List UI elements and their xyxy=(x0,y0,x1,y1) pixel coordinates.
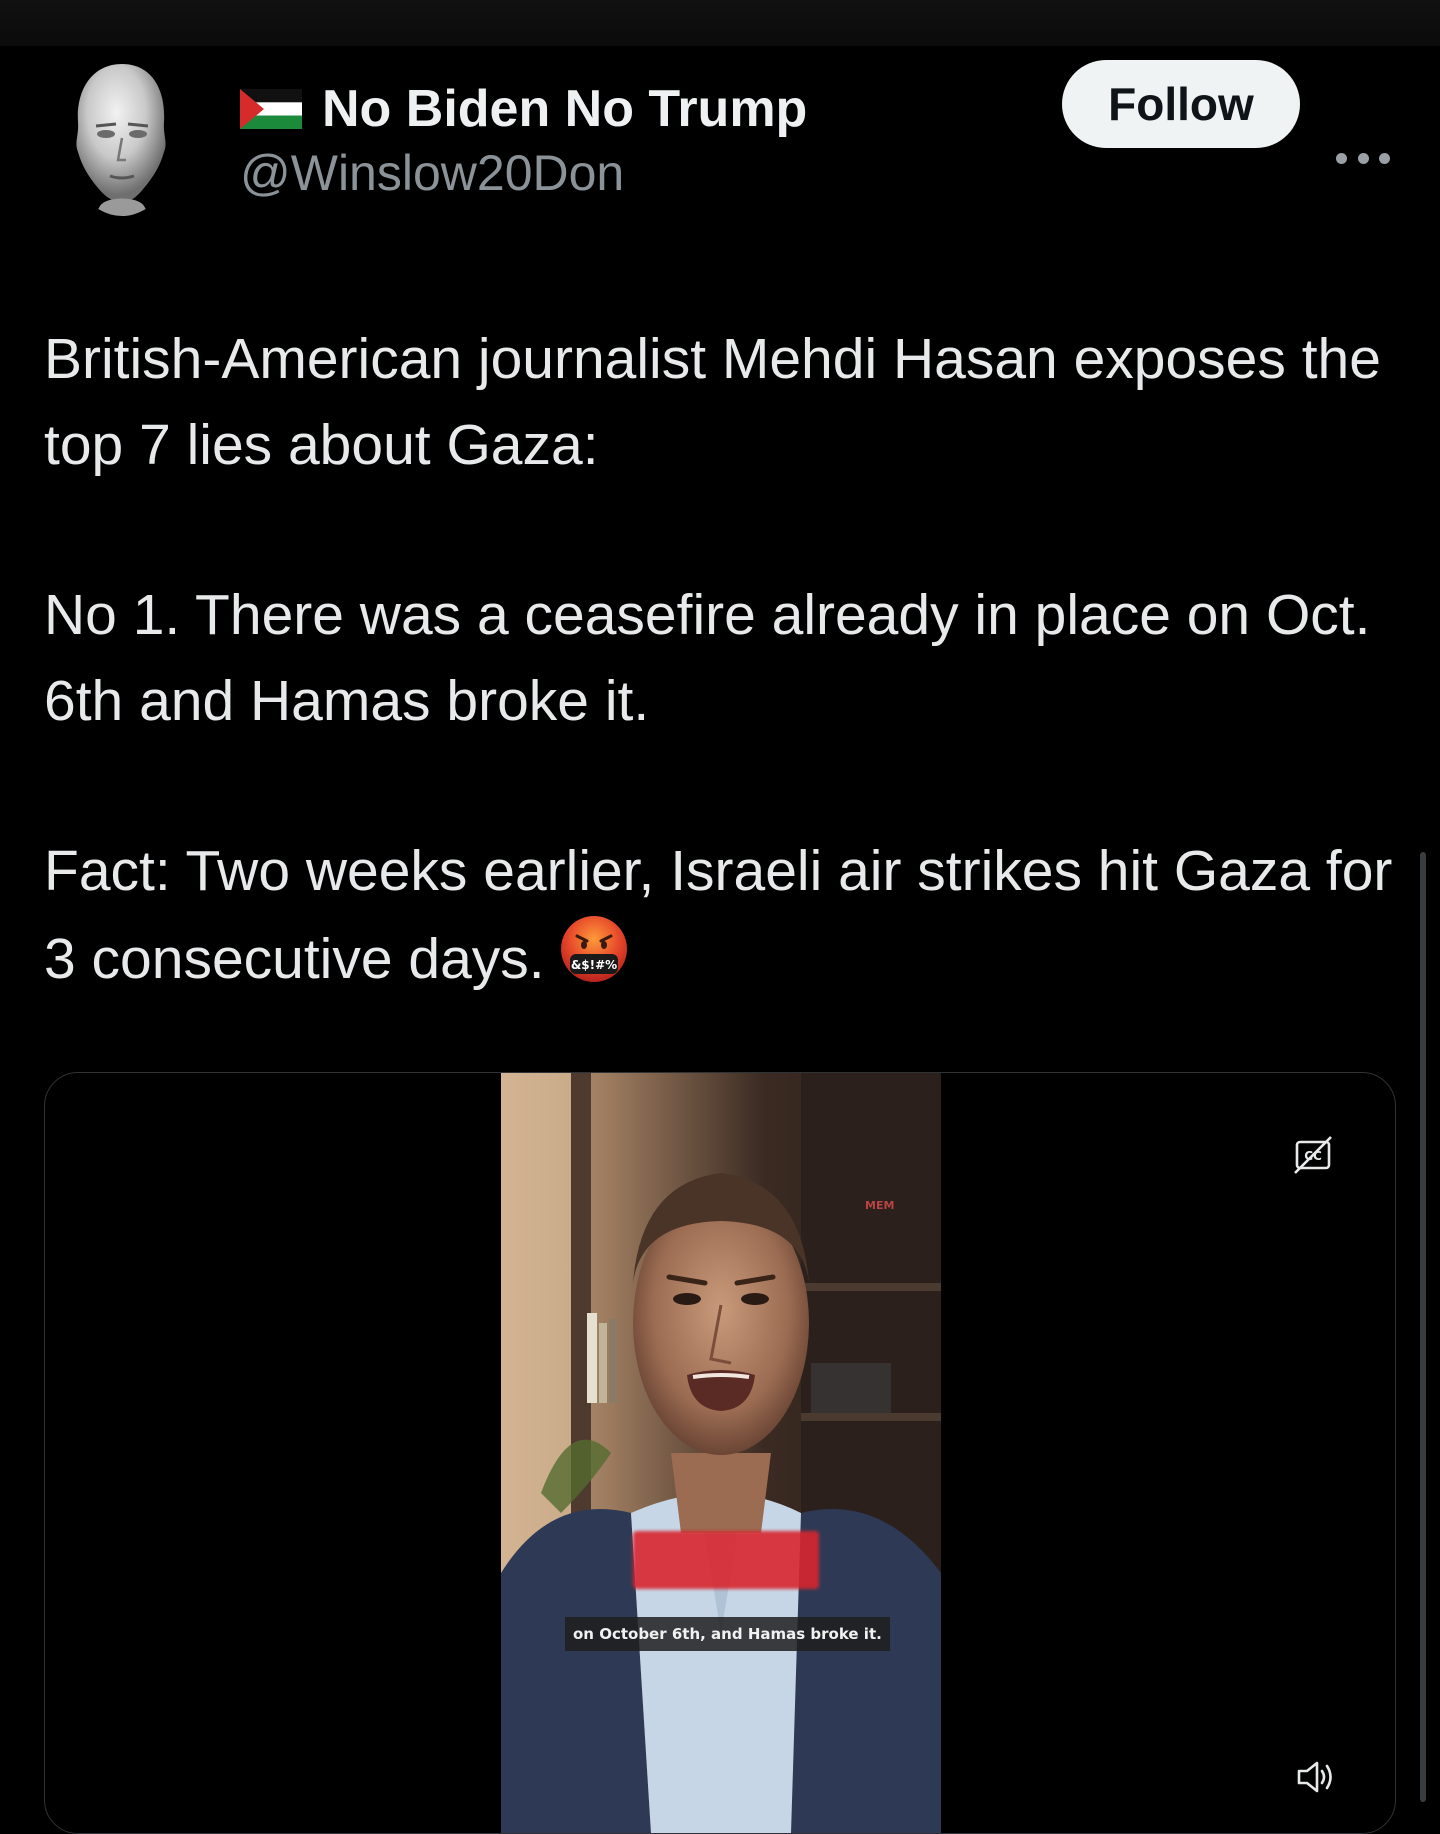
face-with-symbols-on-mouth-icon: &$!#% xyxy=(559,914,629,1008)
top-status-bar xyxy=(0,0,1440,46)
dot xyxy=(1336,152,1347,164)
tweet-paragraph: Fact: Two weeks earlier, Israeli air str… xyxy=(44,828,1414,1008)
page-scrollbar[interactable] xyxy=(1420,852,1426,1802)
video-player[interactable]: MEM on October 6th, and Hamas broke it. … xyxy=(44,1072,1396,1834)
display-name-row[interactable]: No Biden No Trump xyxy=(240,76,807,142)
volume-icon[interactable] xyxy=(1293,1755,1337,1799)
tweet-header: No Biden No Trump @Winslow20Don Follow xyxy=(0,56,1440,226)
tweet-paragraph: No 1. There was a ceasefire already in p… xyxy=(44,583,1371,733)
avatar[interactable] xyxy=(64,56,180,216)
video-watermark: MEM xyxy=(865,1199,895,1212)
video-caption: on October 6th, and Hamas broke it. xyxy=(565,1617,890,1651)
emoji-symbol-text: &$!#% xyxy=(570,958,616,972)
closed-captions-icon[interactable]: CC xyxy=(1293,1135,1333,1175)
palestine-flag-icon xyxy=(240,89,302,129)
tweet-paragraph: British-American journalist Mehdi Hasan … xyxy=(44,327,1381,477)
account-names: No Biden No Trump @Winslow20Don xyxy=(240,76,807,202)
follow-button[interactable]: Follow xyxy=(1062,60,1300,148)
dot xyxy=(1379,152,1390,164)
video-red-banner xyxy=(633,1531,819,1589)
tweet-paragraph-text: Fact: Two weeks earlier, Israeli air str… xyxy=(44,839,1393,991)
more-dots-icon[interactable] xyxy=(1336,150,1390,166)
account-handle[interactable]: @Winslow20Don xyxy=(240,144,807,202)
video-frame[interactable]: MEM on October 6th, and Hamas broke it. xyxy=(501,1073,941,1833)
video-thumbnail xyxy=(501,1073,941,1833)
display-name[interactable]: No Biden No Trump xyxy=(322,79,807,139)
dot xyxy=(1357,152,1369,164)
tweet-body: British-American journalist Mehdi Hasan … xyxy=(44,316,1414,1092)
